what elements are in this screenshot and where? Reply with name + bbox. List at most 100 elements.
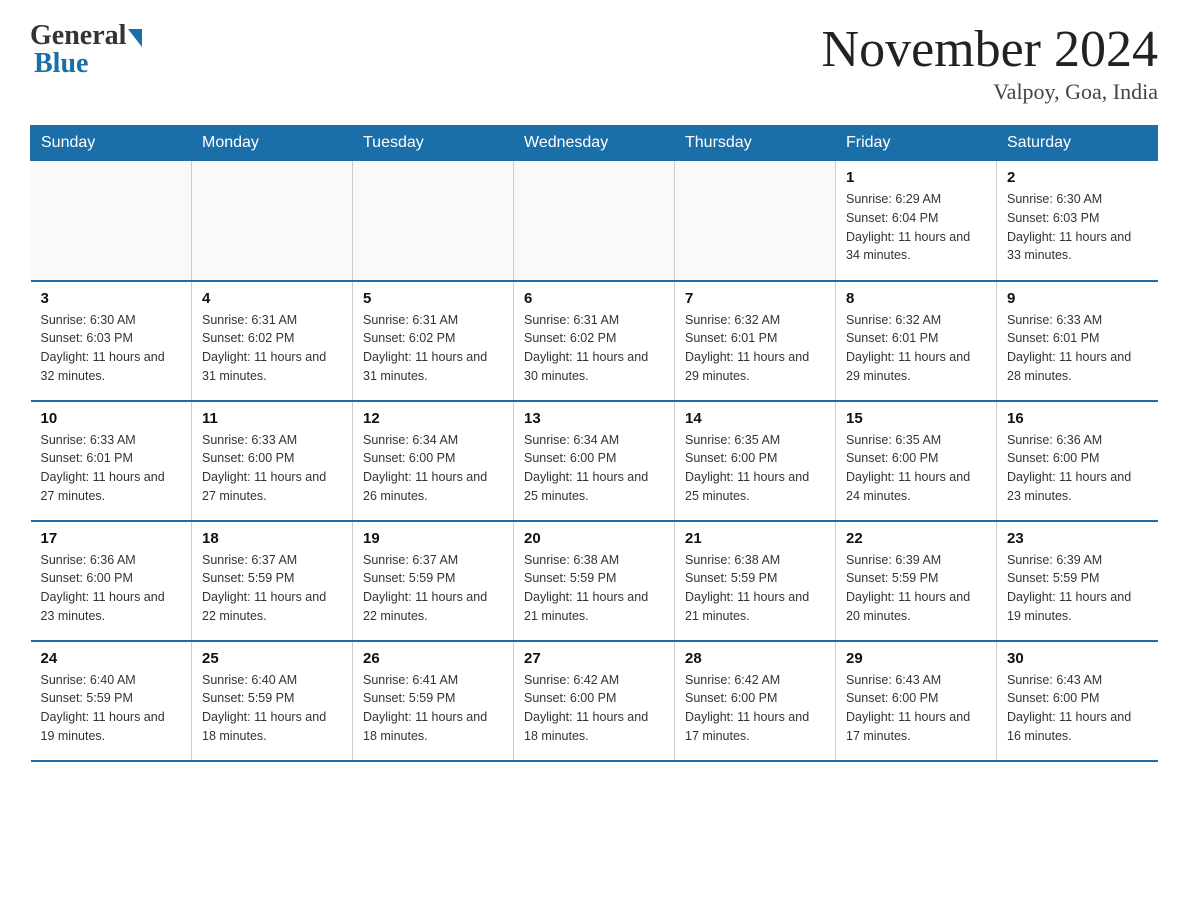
day-info-text: Sunrise: 6:36 AMSunset: 6:00 PMDaylight:… <box>41 551 182 626</box>
location-text: Valpoy, Goa, India <box>822 79 1158 105</box>
calendar-day-cell: 10 Sunrise: 6:33 AMSunset: 6:01 PMDayligh… <box>31 401 192 521</box>
calendar-day-cell: 16 Sunrise: 6:36 AMSunset: 6:00 PMDayligh… <box>997 401 1158 521</box>
calendar-day-cell: 24 Sunrise: 6:40 AMSunset: 5:59 PMDayligh… <box>31 641 192 761</box>
day-info-text: Sunrise: 6:36 AMSunset: 6:00 PMDaylight:… <box>1007 431 1148 506</box>
calendar-day-cell: 12 Sunrise: 6:34 AMSunset: 6:00 PMDayligh… <box>353 401 514 521</box>
day-info-text: Sunrise: 6:35 AMSunset: 6:00 PMDaylight:… <box>846 431 986 506</box>
day-number: 22 <box>846 530 986 547</box>
day-number: 17 <box>41 530 182 547</box>
day-of-week-header: Monday <box>192 126 353 161</box>
calendar-week-row: 3Sunrise: 6:30 AMSunset: 6:03 PMDaylight… <box>31 281 1158 401</box>
day-number: 18 <box>202 530 342 547</box>
day-number: 10 <box>41 410 182 427</box>
calendar-day-cell: 7 Sunrise: 6:32 AMSunset: 6:01 PMDaylight… <box>675 281 836 401</box>
day-info-text: Sunrise: 6:35 AMSunset: 6:00 PMDaylight:… <box>685 431 825 506</box>
day-info-text: Sunrise: 6:38 AMSunset: 5:59 PMDaylight:… <box>524 551 664 626</box>
day-info-text: Sunrise: 6:31 AMSunset: 6:02 PMDaylight:… <box>363 311 503 386</box>
day-info-text: Sunrise: 6:34 AMSunset: 6:00 PMDaylight:… <box>524 431 664 506</box>
logo-arrow-icon <box>128 29 142 47</box>
day-info-text: Sunrise: 6:33 AMSunset: 6:00 PMDaylight:… <box>202 431 342 506</box>
calendar-table: SundayMondayTuesdayWednesdayThursdayFrid… <box>30 125 1158 762</box>
logo-blue-text: Blue <box>30 48 88 80</box>
day-of-week-header: Sunday <box>31 126 192 161</box>
day-number: 29 <box>846 650 986 667</box>
calendar-day-cell: 25 Sunrise: 6:40 AMSunset: 5:59 PMDayligh… <box>192 641 353 761</box>
calendar-day-cell: 11Sunrise: 6:33 AMSunset: 6:00 PMDayligh… <box>192 401 353 521</box>
calendar-day-cell: 26Sunrise: 6:41 AMSunset: 5:59 PMDayligh… <box>353 641 514 761</box>
calendar-day-cell <box>353 161 514 281</box>
calendar-day-cell <box>31 161 192 281</box>
day-number: 5 <box>363 290 503 307</box>
day-number: 21 <box>685 530 825 547</box>
day-info-text: Sunrise: 6:34 AMSunset: 6:00 PMDaylight:… <box>363 431 503 506</box>
calendar-day-cell <box>192 161 353 281</box>
title-block: November 2024 Valpoy, Goa, India <box>822 20 1158 105</box>
day-number: 25 <box>202 650 342 667</box>
day-number: 6 <box>524 290 664 307</box>
page-header: General Blue November 2024 Valpoy, Goa, … <box>30 20 1158 105</box>
calendar-day-cell: 5 Sunrise: 6:31 AMSunset: 6:02 PMDaylight… <box>353 281 514 401</box>
calendar-day-cell: 22 Sunrise: 6:39 AMSunset: 5:59 PMDayligh… <box>836 521 997 641</box>
calendar-week-row: 1 Sunrise: 6:29 AMSunset: 6:04 PMDaylight… <box>31 161 1158 281</box>
day-number: 2 <box>1007 169 1148 186</box>
day-info-text: Sunrise: 6:40 AMSunset: 5:59 PMDaylight:… <box>202 671 342 746</box>
month-title: November 2024 <box>822 20 1158 79</box>
day-info-text: Sunrise: 6:42 AMSunset: 6:00 PMDaylight:… <box>685 671 825 746</box>
calendar-day-cell: 4 Sunrise: 6:31 AMSunset: 6:02 PMDaylight… <box>192 281 353 401</box>
day-info-text: Sunrise: 6:30 AMSunset: 6:03 PMDaylight:… <box>41 311 182 386</box>
day-of-week-header: Tuesday <box>353 126 514 161</box>
calendar-day-cell: 29Sunrise: 6:43 AMSunset: 6:00 PMDayligh… <box>836 641 997 761</box>
day-number: 9 <box>1007 290 1148 307</box>
day-of-week-header: Thursday <box>675 126 836 161</box>
day-info-text: Sunrise: 6:32 AMSunset: 6:01 PMDaylight:… <box>685 311 825 386</box>
calendar-day-cell: 1 Sunrise: 6:29 AMSunset: 6:04 PMDaylight… <box>836 161 997 281</box>
day-info-text: Sunrise: 6:29 AMSunset: 6:04 PMDaylight:… <box>846 190 986 265</box>
day-of-week-header: Saturday <box>997 126 1158 161</box>
calendar-day-cell: 23Sunrise: 6:39 AMSunset: 5:59 PMDayligh… <box>997 521 1158 641</box>
day-info-text: Sunrise: 6:33 AMSunset: 6:01 PMDaylight:… <box>41 431 182 506</box>
day-number: 14 <box>685 410 825 427</box>
calendar-day-cell: 27Sunrise: 6:42 AMSunset: 6:00 PMDayligh… <box>514 641 675 761</box>
day-info-text: Sunrise: 6:30 AMSunset: 6:03 PMDaylight:… <box>1007 190 1148 265</box>
day-number: 24 <box>41 650 182 667</box>
calendar-day-cell <box>514 161 675 281</box>
day-of-week-header: Wednesday <box>514 126 675 161</box>
calendar-day-cell: 28 Sunrise: 6:42 AMSunset: 6:00 PMDayligh… <box>675 641 836 761</box>
day-number: 12 <box>363 410 503 427</box>
day-info-text: Sunrise: 6:40 AMSunset: 5:59 PMDaylight:… <box>41 671 182 746</box>
logo: General Blue <box>30 20 142 80</box>
calendar-day-cell: 20 Sunrise: 6:38 AMSunset: 5:59 PMDayligh… <box>514 521 675 641</box>
day-number: 4 <box>202 290 342 307</box>
calendar-day-cell: 18 Sunrise: 6:37 AMSunset: 5:59 PMDayligh… <box>192 521 353 641</box>
day-info-text: Sunrise: 6:39 AMSunset: 5:59 PMDaylight:… <box>846 551 986 626</box>
calendar-day-cell: 21 Sunrise: 6:38 AMSunset: 5:59 PMDayligh… <box>675 521 836 641</box>
day-number: 26 <box>363 650 503 667</box>
day-number: 1 <box>846 169 986 186</box>
calendar-day-cell: 2 Sunrise: 6:30 AMSunset: 6:03 PMDaylight… <box>997 161 1158 281</box>
day-info-text: Sunrise: 6:37 AMSunset: 5:59 PMDaylight:… <box>363 551 503 626</box>
calendar-day-cell: 13Sunrise: 6:34 AMSunset: 6:00 PMDayligh… <box>514 401 675 521</box>
day-number: 15 <box>846 410 986 427</box>
day-info-text: Sunrise: 6:31 AMSunset: 6:02 PMDaylight:… <box>202 311 342 386</box>
calendar-day-cell: 15 Sunrise: 6:35 AMSunset: 6:00 PMDayligh… <box>836 401 997 521</box>
calendar-day-cell: 8 Sunrise: 6:32 AMSunset: 6:01 PMDaylight… <box>836 281 997 401</box>
day-number: 8 <box>846 290 986 307</box>
day-info-text: Sunrise: 6:32 AMSunset: 6:01 PMDaylight:… <box>846 311 986 386</box>
calendar-day-cell: 6 Sunrise: 6:31 AMSunset: 6:02 PMDaylight… <box>514 281 675 401</box>
calendar-week-row: 10 Sunrise: 6:33 AMSunset: 6:01 PMDayligh… <box>31 401 1158 521</box>
day-info-text: Sunrise: 6:31 AMSunset: 6:02 PMDaylight:… <box>524 311 664 386</box>
day-number: 20 <box>524 530 664 547</box>
day-info-text: Sunrise: 6:43 AMSunset: 6:00 PMDaylight:… <box>1007 671 1148 746</box>
day-info-text: Sunrise: 6:38 AMSunset: 5:59 PMDaylight:… <box>685 551 825 626</box>
calendar-day-cell: 9Sunrise: 6:33 AMSunset: 6:01 PMDaylight… <box>997 281 1158 401</box>
day-number: 27 <box>524 650 664 667</box>
day-number: 7 <box>685 290 825 307</box>
day-info-text: Sunrise: 6:39 AMSunset: 5:59 PMDaylight:… <box>1007 551 1148 626</box>
calendar-header-row: SundayMondayTuesdayWednesdayThursdayFrid… <box>31 126 1158 161</box>
day-number: 16 <box>1007 410 1148 427</box>
day-number: 28 <box>685 650 825 667</box>
calendar-day-cell: 17 Sunrise: 6:36 AMSunset: 6:00 PMDayligh… <box>31 521 192 641</box>
day-info-text: Sunrise: 6:37 AMSunset: 5:59 PMDaylight:… <box>202 551 342 626</box>
day-number: 19 <box>363 530 503 547</box>
calendar-day-cell: 19 Sunrise: 6:37 AMSunset: 5:59 PMDayligh… <box>353 521 514 641</box>
